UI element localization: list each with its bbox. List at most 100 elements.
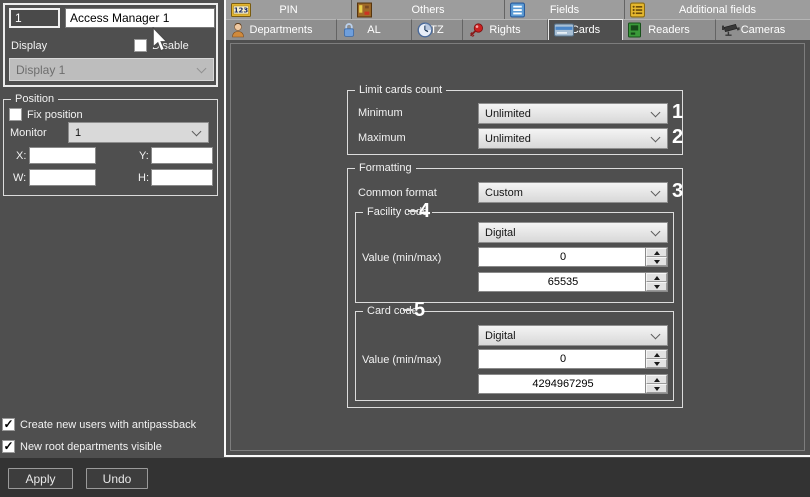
spin-down-icon[interactable] (646, 359, 667, 368)
minimum-select[interactable]: Unlimited (478, 103, 668, 124)
tab-tz[interactable]: TZ (412, 19, 463, 40)
tab-readers-label: Readers (648, 24, 690, 36)
x-input[interactable] (29, 147, 96, 164)
chevron-down-icon (197, 63, 207, 73)
facility-min-input[interactable] (478, 247, 668, 267)
display-select[interactable]: Display 1 (9, 58, 214, 81)
limit-cards-group-title: Limit cards count (355, 84, 446, 96)
annotation-4: 4 (419, 201, 430, 221)
tab-rights-label: Rights (489, 24, 520, 36)
annotation-5: 5 (414, 300, 425, 320)
monitor-select[interactable]: 1 (68, 122, 209, 143)
mouse-cursor (151, 27, 169, 53)
tab-additional-fields[interactable]: Additional fields (625, 0, 810, 19)
maximum-select[interactable]: Unlimited (478, 128, 668, 149)
card-max-input[interactable] (478, 374, 668, 394)
disable-checkbox[interactable] (134, 39, 147, 52)
tab-fields[interactable]: Fields (505, 0, 625, 19)
tab-readers[interactable]: Readers (623, 19, 716, 40)
facility-min-field[interactable] (478, 247, 668, 267)
antipassback-checkbox[interactable]: ✓ (2, 418, 15, 431)
h-input[interactable] (151, 169, 213, 186)
annotation-2: 2 (672, 127, 683, 147)
facility-max-spinner[interactable] (645, 272, 668, 292)
apply-button[interactable]: Apply (8, 468, 73, 489)
monitor-select-value: 1 (75, 127, 81, 139)
maximum-select-value: Unlimited (485, 133, 531, 145)
tab-cameras-label: Cameras (741, 24, 786, 36)
card-max-spinner[interactable] (645, 374, 668, 394)
facility-max-field[interactable] (478, 272, 668, 292)
others-icon (357, 2, 372, 17)
tab-cards[interactable]: Cards (548, 19, 623, 40)
spin-up-icon[interactable] (646, 248, 667, 257)
y-input[interactable] (151, 147, 213, 164)
clock-icon (417, 22, 433, 38)
tab-fields-label: Fields (550, 4, 579, 16)
w-input[interactable] (29, 169, 96, 186)
position-group-title: Position (11, 93, 58, 105)
spin-up-icon[interactable] (646, 350, 667, 359)
fix-position-checkbox[interactable] (9, 108, 22, 121)
card-max-field[interactable] (478, 374, 668, 394)
common-format-select[interactable]: Custom (478, 182, 668, 203)
x-label: X: (16, 150, 26, 162)
root-departments-checkbox[interactable]: ✓ (2, 440, 15, 453)
tab-pin[interactable]: 123 PIN (226, 0, 352, 19)
facility-type-select-value: Digital (485, 227, 516, 239)
card-min-input[interactable] (478, 349, 668, 369)
facility-value-label: Value (min/max) (362, 252, 441, 264)
fix-position-label: Fix position (27, 109, 83, 121)
y-label: Y: (139, 150, 149, 162)
svg-text:123: 123 (234, 6, 249, 14)
chevron-down-icon (651, 329, 661, 339)
tab-others-label: Others (411, 4, 444, 16)
key-icon (468, 22, 484, 38)
chevron-down-icon (651, 226, 661, 236)
checkmark-icon: ✓ (3, 441, 13, 452)
spin-down-icon[interactable] (646, 282, 667, 291)
annotation-3: 3 (672, 181, 683, 201)
h-label: H: (138, 172, 149, 184)
tab-rights[interactable]: Rights (463, 19, 548, 40)
w-label: W: (13, 172, 26, 184)
facility-type-select[interactable]: Digital (478, 222, 668, 243)
chevron-down-icon (651, 107, 661, 117)
card-min-field[interactable] (478, 349, 668, 369)
monitor-label: Monitor (10, 127, 47, 139)
object-id-field[interactable]: 1 (9, 8, 60, 28)
spin-down-icon[interactable] (646, 257, 667, 266)
card-value-label: Value (min/max) (362, 354, 441, 366)
display-select-value: Display 1 (16, 63, 65, 77)
chevron-down-icon (651, 186, 661, 196)
additional-fields-icon (630, 2, 645, 17)
spin-down-icon[interactable] (646, 384, 667, 393)
facility-min-spinner[interactable] (645, 247, 668, 267)
tab-additional-fields-label: Additional fields (679, 4, 756, 16)
annotation-5-dash (403, 309, 413, 311)
maximum-label: Maximum (358, 132, 406, 144)
spin-up-icon[interactable] (646, 273, 667, 282)
tab-others[interactable]: Others (352, 0, 505, 19)
tab-cards-label: Cards (571, 24, 600, 36)
display-label: Display (11, 40, 47, 52)
common-format-label: Common format (358, 187, 437, 199)
tab-al-label: AL (367, 24, 380, 36)
card-code-group-title: Card code (363, 305, 422, 317)
person-icon (231, 22, 245, 39)
fields-list-icon (510, 2, 525, 17)
antipassback-label: Create new users with antipassback (20, 419, 196, 431)
settings-tab-panel: 123 PIN Others (224, 0, 810, 457)
card-type-select-value: Digital (485, 330, 516, 342)
card-type-select[interactable]: Digital (478, 325, 668, 346)
tab-departments[interactable]: Departments (226, 19, 337, 40)
reader-icon (628, 22, 641, 38)
spin-up-icon[interactable] (646, 375, 667, 384)
tab-al[interactable]: AL (337, 19, 412, 40)
undo-button[interactable]: Undo (86, 468, 148, 489)
object-name-input[interactable] (65, 8, 215, 28)
card-min-spinner[interactable] (645, 349, 668, 369)
facility-max-input[interactable] (478, 272, 668, 292)
chevron-down-icon (651, 132, 661, 142)
tab-cameras[interactable]: Cameras (716, 19, 810, 40)
